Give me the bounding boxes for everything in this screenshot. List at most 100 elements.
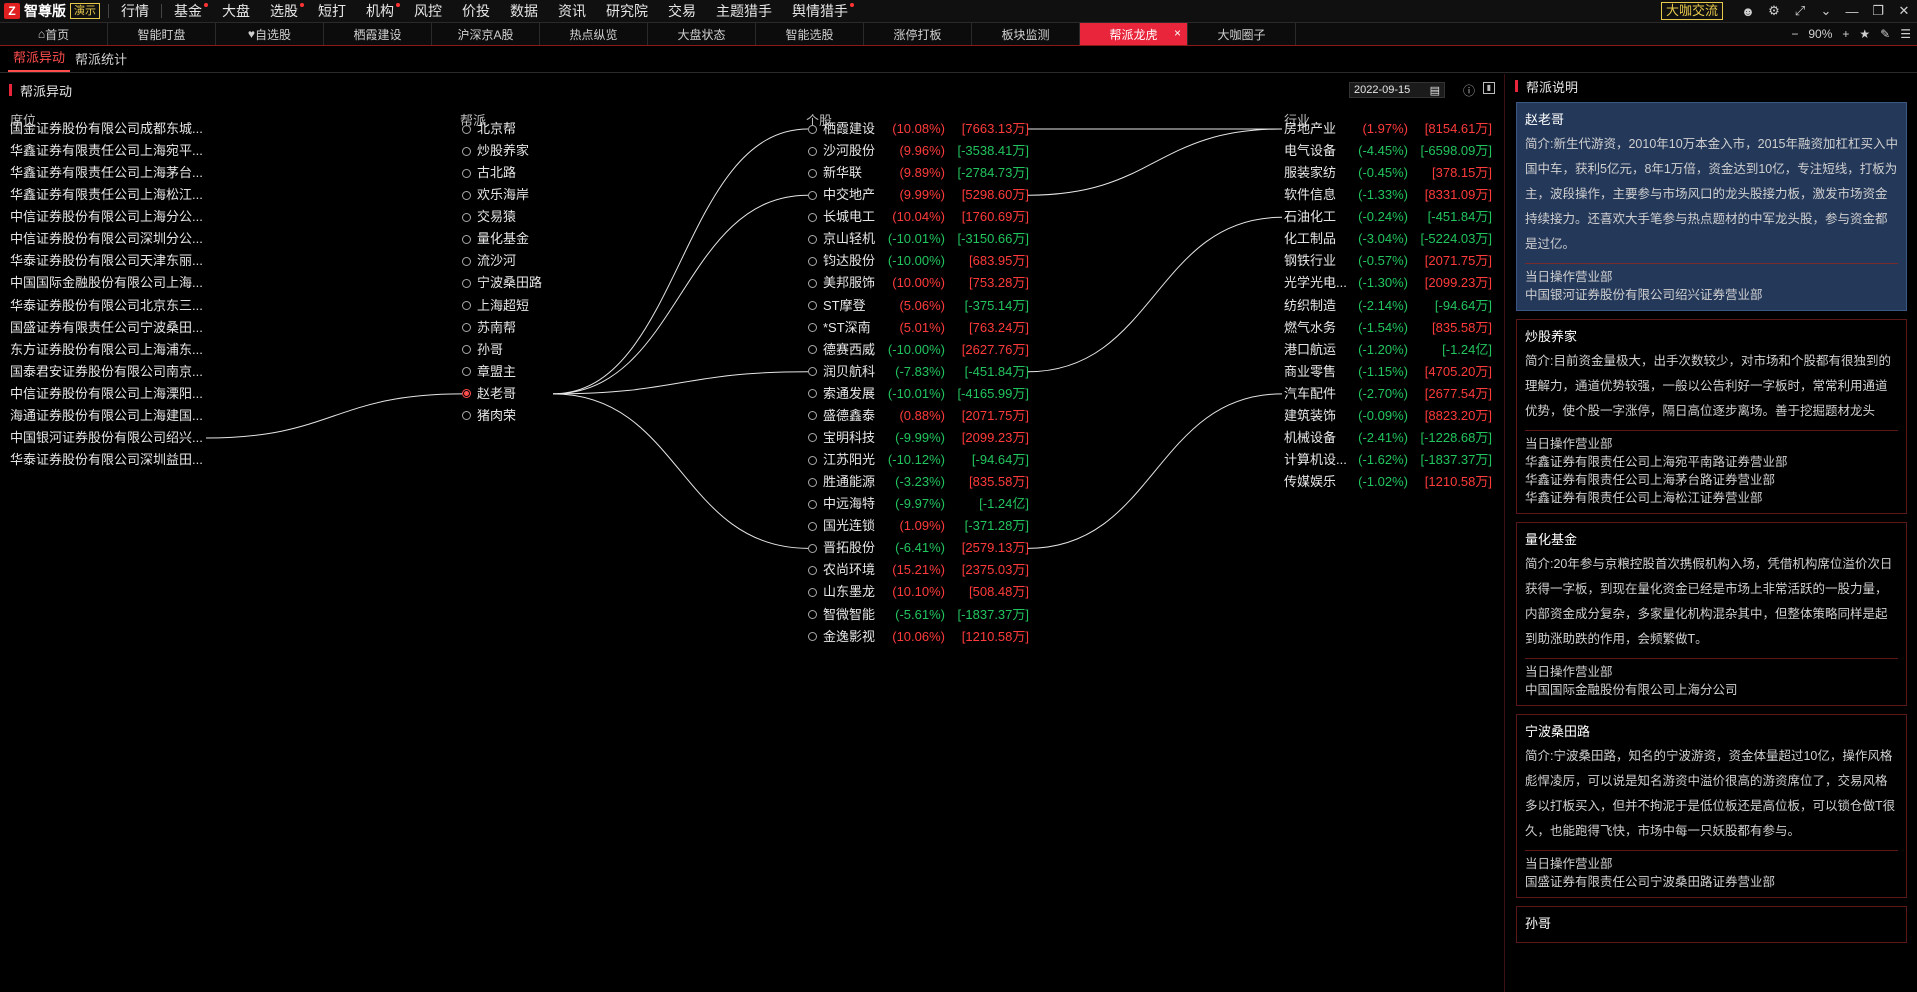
industry-row[interactable]: 光学光电... (-1.30%) [2099.23万]	[1284, 273, 1492, 293]
gang-radio[interactable]	[462, 367, 471, 377]
menu-item[interactable]: 风控	[404, 0, 452, 22]
stock-row[interactable]: 新华联 (9.89%) [-2784.73万]	[808, 163, 1029, 183]
gang-row[interactable]: 猪肉荣	[462, 406, 516, 426]
menu-item[interactable]: 舆情猎手	[782, 0, 858, 22]
stock-radio[interactable]	[808, 212, 817, 222]
tab-item[interactable]: 热点纵览	[540, 23, 648, 45]
stock-row[interactable]: 中交地产 (9.99%) [5298.60万]	[808, 185, 1029, 205]
stock-row[interactable]: 晋拓股份 (-6.41%) [2579.13万]	[808, 538, 1029, 558]
gang-row[interactable]: 上海超短	[462, 296, 529, 316]
seat-row[interactable]: 华泰证券股份有限公司北京东三...	[10, 296, 210, 316]
stock-row[interactable]: 美邦服饰 (10.00%) [753.28万]	[808, 273, 1029, 293]
menu-item[interactable]: 主题猎手	[706, 0, 782, 22]
stock-radio[interactable]	[808, 389, 817, 399]
industry-row[interactable]: 传媒娱乐 (-1.02%) [1210.58万]	[1284, 472, 1492, 492]
stock-radio[interactable]	[808, 234, 817, 244]
menu-item[interactable]: 数据	[500, 0, 548, 22]
menu-item[interactable]: 机构	[356, 0, 404, 22]
gang-radio[interactable]	[462, 256, 471, 266]
seat-row[interactable]: 华鑫证券有限责任公司上海宛平...	[10, 141, 210, 161]
seat-row[interactable]: 海通证券股份有限公司上海建国...	[10, 406, 210, 426]
seat-row[interactable]: 华泰证券股份有限公司天津东丽...	[10, 251, 210, 271]
seat-row[interactable]: 华泰证券股份有限公司深圳益田...	[10, 450, 210, 470]
close-icon[interactable]: ✕	[1891, 3, 1917, 19]
industry-row[interactable]: 软件信息 (-1.33%) [8331.09万]	[1284, 185, 1492, 205]
tab-item[interactable]: 大盘状态	[648, 23, 756, 45]
menu-item[interactable]: 资讯	[548, 0, 596, 22]
minimize-icon[interactable]: —	[1839, 4, 1865, 19]
gang-row[interactable]: 宁波桑田路	[462, 273, 542, 293]
gang-row[interactable]: 赵老哥	[462, 384, 516, 404]
stock-row[interactable]: 钧达股份 (-10.00%) [683.95万]	[808, 251, 1029, 271]
gang-radio[interactable]	[462, 124, 471, 134]
user-icon[interactable]: ☻	[1735, 4, 1761, 19]
stock-row[interactable]: 沙河股份 (9.96%) [-3538.41万]	[808, 141, 1029, 161]
gang-radio[interactable]	[462, 389, 471, 399]
stock-radio[interactable]	[808, 543, 817, 553]
stock-row[interactable]: ST摩登 (5.06%) [-375.14万]	[808, 296, 1029, 316]
menu-item[interactable]: 大盘	[212, 0, 260, 22]
stock-row[interactable]: 国光连锁 (1.09%) [-371.28万]	[808, 516, 1029, 536]
menu-icon[interactable]: ☰	[1900, 27, 1911, 41]
menu-item[interactable]: 交易	[658, 0, 706, 22]
calendar-icon[interactable]: ▤	[1430, 84, 1440, 97]
stock-radio[interactable]	[808, 587, 817, 597]
seat-row[interactable]: 国金证券股份有限公司成都东城...	[10, 119, 210, 139]
gang-row[interactable]: 古北路	[462, 163, 516, 183]
seat-row[interactable]: 东方证券股份有限公司上海浦东...	[10, 340, 210, 360]
stock-row[interactable]: 索通发展 (-10.01%) [-4165.99万]	[808, 384, 1029, 404]
gang-row[interactable]: 北京帮	[462, 119, 516, 139]
stock-radio[interactable]	[808, 323, 817, 333]
gang-row[interactable]: 章盟主	[462, 362, 516, 382]
seat-row[interactable]: 华鑫证券有限责任公司上海茅台...	[10, 163, 210, 183]
gang-row[interactable]: 炒股养家	[462, 141, 529, 161]
industry-row[interactable]: 房地产业 (1.97%) [8154.61万]	[1284, 119, 1492, 139]
gang-radio[interactable]	[462, 411, 471, 421]
gang-radio[interactable]	[462, 301, 471, 311]
zoom-in-icon[interactable]: +	[1842, 27, 1849, 41]
tab-item[interactable]: 栖霞建设	[324, 23, 432, 45]
subtab-item[interactable]: 帮派统计	[70, 48, 132, 72]
gang-row[interactable]: 苏南帮	[462, 318, 516, 338]
shrink-icon[interactable]: ⤢	[1787, 3, 1813, 19]
zoom-out-icon[interactable]: −	[1791, 27, 1798, 41]
stock-radio[interactable]	[808, 565, 817, 575]
tab-item[interactable]: 大咖圈子	[1188, 23, 1296, 45]
gang-card[interactable]: 赵老哥 简介:新生代游资，2010年10万本金入市，2015年融资加杠杠买入中国中…	[1516, 102, 1907, 311]
gang-radio[interactable]	[462, 234, 471, 244]
menu-item[interactable]: 行情	[111, 0, 159, 22]
industry-row[interactable]: 化工制品 (-3.04%) [-5224.03万]	[1284, 229, 1492, 249]
tab-item[interactable]: 帮派龙虎 ×	[1080, 23, 1188, 45]
stock-radio[interactable]	[808, 433, 817, 443]
seat-row[interactable]: 国盛证券有限责任公司宁波桑田...	[10, 318, 210, 338]
stock-radio[interactable]	[808, 499, 817, 509]
help-icon[interactable]: ⓘ	[1463, 82, 1475, 99]
tab-item[interactable]: ⌂ 首页	[0, 23, 108, 45]
panel-toggle-icon[interactable]: ▮	[1483, 82, 1495, 94]
gang-card[interactable]: 炒股养家 简介:目前资金量极大，出手次数较少，对市场和个股都有很独到的理解力，通道…	[1516, 319, 1907, 514]
gang-card[interactable]: 量化基金 简介:20年参与京粮控股首次携假机构入场，凭借机构席位溢价次日获得一字板…	[1516, 522, 1907, 706]
stock-row[interactable]: 京山轻机 (-10.01%) [-3150.66万]	[808, 229, 1029, 249]
gang-radio[interactable]	[462, 190, 471, 200]
stock-radio[interactable]	[808, 124, 817, 134]
gang-radio[interactable]	[462, 278, 471, 288]
seat-row[interactable]: 中信证券股份有限公司深圳分公...	[10, 229, 210, 249]
stock-row[interactable]: 宝明科技 (-9.99%) [2099.23万]	[808, 428, 1029, 448]
date-picker[interactable]: 2022-09-15 ▤	[1349, 82, 1445, 98]
stock-radio[interactable]	[808, 190, 817, 200]
stock-radio[interactable]	[808, 367, 817, 377]
menu-item[interactable]: 短打	[308, 0, 356, 22]
stock-row[interactable]: 江苏阳光 (-10.12%) [-94.64万]	[808, 450, 1029, 470]
stock-row[interactable]: 胜通能源 (-3.23%) [835.58万]	[808, 472, 1029, 492]
stock-row[interactable]: *ST深南 (5.01%) [763.24万]	[808, 318, 1029, 338]
stock-row[interactable]: 山东墨龙 (10.10%) [508.48万]	[808, 582, 1029, 602]
industry-row[interactable]: 燃气水务 (-1.54%) [835.58万]	[1284, 318, 1492, 338]
menu-item[interactable]: 研究院	[596, 0, 658, 22]
gang-radio[interactable]	[462, 345, 471, 355]
stock-radio[interactable]	[808, 610, 817, 620]
stock-radio[interactable]	[808, 278, 817, 288]
industry-row[interactable]: 建筑装饰 (-0.09%) [8823.20万]	[1284, 406, 1492, 426]
menu-item[interactable]: 选股	[260, 0, 308, 22]
stock-row[interactable]: 盛德鑫泰 (0.88%) [2071.75万]	[808, 406, 1029, 426]
stock-radio[interactable]	[808, 345, 817, 355]
